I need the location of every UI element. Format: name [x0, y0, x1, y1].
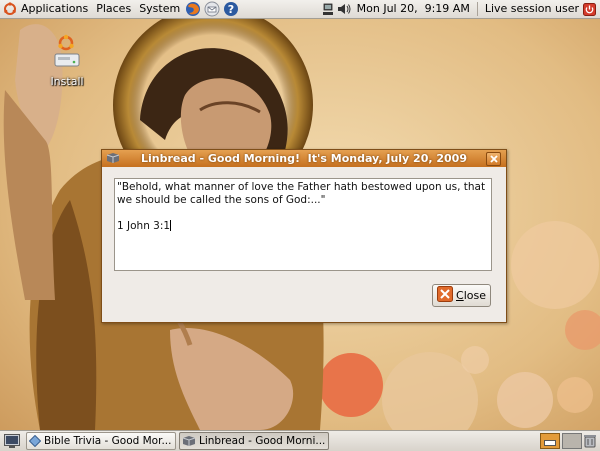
message-textbox[interactable]: "Behold, what manner of love the Father …	[114, 178, 492, 271]
trash-icon[interactable]	[584, 432, 596, 450]
text-caret	[170, 220, 172, 231]
taskbar-item-label: Bible Trivia - Good Mor...	[44, 435, 172, 447]
verse-text: "Behold, what manner of love the Father …	[117, 181, 489, 206]
applications-menu[interactable]: Applications	[17, 0, 92, 18]
bible-trivia-app-icon	[29, 435, 41, 447]
svg-text:?: ?	[228, 3, 234, 16]
linbread-app-icon	[182, 435, 196, 447]
taskbar-item-label: Linbread - Good Morni...	[199, 435, 326, 447]
workspace-2[interactable]	[562, 433, 582, 449]
panel-separator	[476, 2, 478, 16]
linbread-dialog: Linbread - Good Morning! It's Monday, Ju…	[101, 149, 507, 323]
show-desktop-icon[interactable]	[4, 433, 20, 449]
system-menu[interactable]: System	[135, 0, 184, 18]
firefox-icon[interactable]	[185, 0, 201, 18]
dialog-title: Linbread - Good Morning! It's Monday, Ju…	[141, 152, 467, 165]
workspace-window-icon	[544, 439, 556, 446]
places-menu[interactable]: Places	[92, 0, 135, 18]
install-icon-label: Install	[50, 75, 84, 88]
install-desktop-icon[interactable]: Install	[44, 34, 90, 88]
top-panel: Applications Places System ? Mon Jul 20,…	[0, 0, 600, 19]
user-switcher[interactable]: Live session user	[481, 0, 583, 18]
power-icon[interactable]	[583, 0, 596, 18]
close-icon[interactable]	[486, 152, 501, 166]
taskbar-item-linbread[interactable]: Linbread - Good Morni...	[179, 432, 329, 450]
help-icon[interactable]: ?	[223, 0, 239, 18]
volume-icon[interactable]	[337, 0, 351, 18]
close-button-label: Close	[456, 289, 486, 302]
clock[interactable]: Mon Jul 20, 9:19 AM	[353, 0, 474, 18]
close-button[interactable]: Close	[432, 284, 491, 307]
network-icon[interactable]	[322, 0, 334, 18]
dialog-titlebar[interactable]: Linbread - Good Morning! It's Monday, Ju…	[102, 150, 506, 167]
bottom-panel: Bible Trivia - Good Mor... Linbread - Go…	[0, 430, 600, 451]
close-button-icon	[437, 286, 453, 305]
installer-icon	[44, 34, 90, 75]
mail-client-icon[interactable]	[204, 0, 220, 18]
taskbar-item-bible-trivia[interactable]: Bible Trivia - Good Mor...	[26, 432, 176, 450]
workspace-1[interactable]	[540, 433, 560, 449]
verse-reference: 1 John 3:1	[117, 220, 172, 232]
ubuntu-logo-icon[interactable]	[3, 0, 17, 18]
